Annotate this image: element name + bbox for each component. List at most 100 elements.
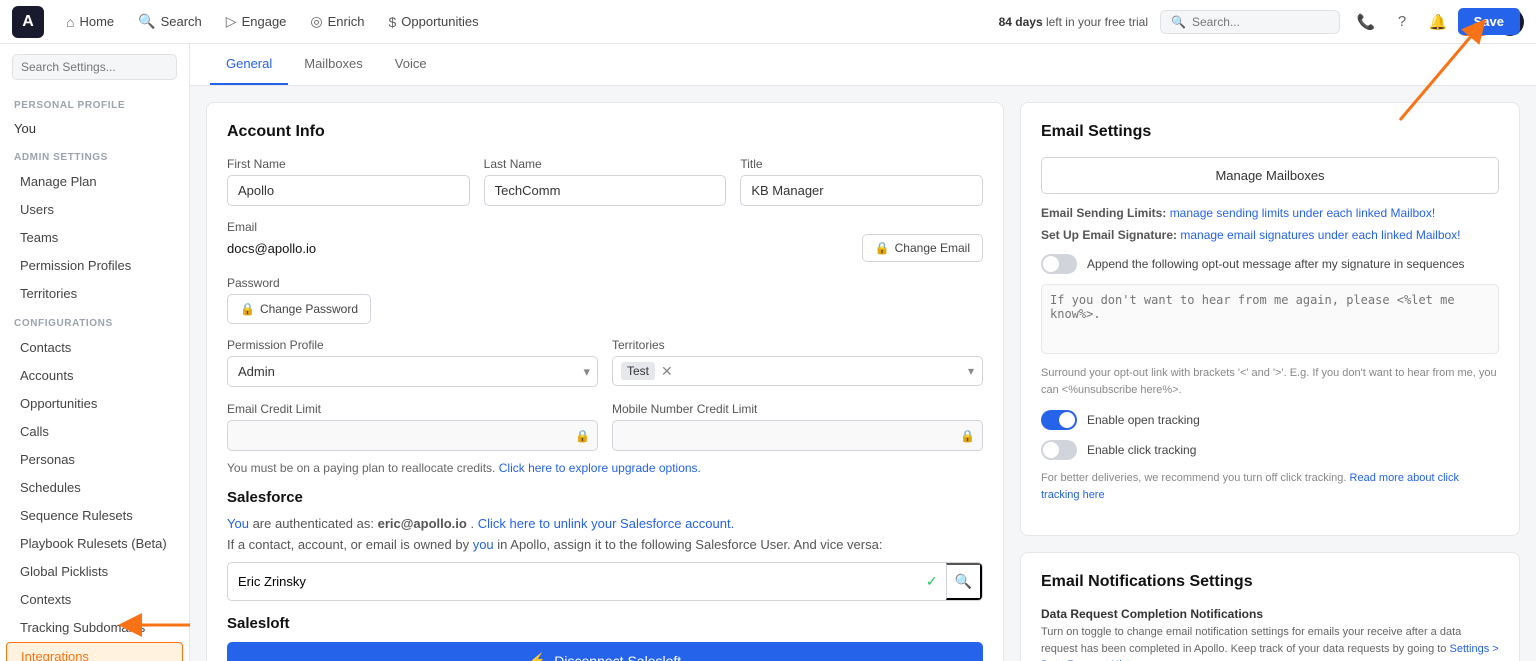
click-tracking-row: Enable click tracking [1041,440,1499,460]
permission-group: Permission Profile Admin ▾ [227,338,598,387]
help-icon-btn[interactable]: ? [1388,8,1416,36]
nav-search[interactable]: 🔍 Search [128,7,212,36]
sidebar-search-wrapper[interactable] [0,44,189,90]
title-input[interactable] [740,175,983,206]
sidebar-item-territories[interactable]: Territories [6,280,183,307]
sidebar-item-personas[interactable]: Personas [6,446,183,473]
tab-general[interactable]: General [210,44,288,85]
search-input[interactable] [1192,15,1329,29]
sidebar-item-integrations[interactable]: Integrations [6,642,183,661]
sidebar-item-calls[interactable]: Calls [6,418,183,445]
tab-voice[interactable]: Voice [379,44,443,85]
permission-select[interactable]: Admin [227,356,598,387]
last-name-input[interactable] [484,175,727,206]
permission-label: Permission Profile [227,338,598,352]
nav-engage[interactable]: ▷ Engage [216,7,297,36]
sidebar-item-playbook-rulesets[interactable]: Playbook Rulesets (Beta) [6,530,183,557]
manage-mailboxes-button[interactable]: Manage Mailboxes [1041,157,1499,194]
territories-group: Territories Test ✕ ▾ [612,338,983,387]
notifications-icon-btn[interactable]: 🔔 [1424,8,1452,36]
sidebar-item-global-picklists[interactable]: Global Picklists [6,558,183,585]
tabs-bar: General Mailboxes Voice [190,44,1536,86]
signature-link[interactable]: manage email signatures under each linke… [1180,228,1460,242]
home-icon: ⌂ [66,14,74,30]
sidebar-item-contexts[interactable]: Contexts [6,586,183,613]
change-password-button[interactable]: 🔒 Change Password [227,294,371,324]
trial-text: 84 days left in your free trial [999,15,1148,29]
upgrade-message: You must be on a paying plan to realloca… [227,461,983,475]
content-area: Account Info First Name Last Name Title [190,86,1536,661]
configurations-label: CONFIGURATIONS [0,308,189,333]
salesloft-icon: ⚡ [529,652,546,661]
territory-arrow-icon: ▾ [968,364,974,378]
sf-assign-text: If a contact, account, or email is owned… [227,537,983,552]
sidebar-item-manage-plan[interactable]: Manage Plan [6,168,183,195]
email-credit-wrap: Email Credit Limit 🔒 [227,401,598,451]
opt-out-toggle-row: Append the following opt-out message aft… [1041,254,1499,274]
sidebar-search-input[interactable] [12,54,177,80]
email-credit-input[interactable] [227,420,598,451]
sidebar-item-permission-profiles[interactable]: Permission Profiles [6,252,183,279]
salesloft-title: Salesloft [227,615,983,632]
sending-limits-link[interactable]: manage sending limits under each linked … [1170,206,1435,220]
title-label: Title [740,157,983,171]
mobile-credit-wrap: Mobile Number Credit Limit 🔒 [612,401,983,451]
sf-assign-you[interactable]: you [473,537,494,552]
notif-data-request-desc: Turn on toggle to change email notificat… [1041,624,1499,661]
mobile-credit-input[interactable] [612,420,983,451]
click-tracking-label: Enable click tracking [1087,443,1196,457]
admin-settings-label: ADMIN SETTINGS [0,142,189,167]
opportunities-icon: $ [388,14,396,30]
sidebar-item-schedules[interactable]: Schedules [6,474,183,501]
first-name-input[interactable] [227,175,470,206]
open-tracking-toggle[interactable] [1041,410,1077,430]
click-tracking-toggle[interactable] [1041,440,1077,460]
territories-field[interactable]: Test ✕ ▾ [612,356,983,386]
phone-icon-btn[interactable]: 📞 [1352,8,1380,36]
email-row: docs@apollo.io 🔒 Change Email [227,234,983,262]
credit-row: Email Credit Limit 🔒 Mobile Number Credi… [227,401,983,451]
email-value: docs@apollo.io [227,241,316,256]
disconnect-salesloft-button[interactable]: ⚡ Disconnect Salesloft [227,642,983,661]
opt-out-textarea[interactable] [1041,284,1499,354]
sf-you-link[interactable]: You [227,516,249,531]
email-credit-lock-icon: 🔒 [575,429,590,443]
change-email-button[interactable]: 🔒 Change Email [862,234,983,262]
sidebar-item-accounts[interactable]: Accounts [6,362,183,389]
right-panel: Email Settings Manage Mailboxes Email Se… [1020,102,1520,661]
email-notifications-card: Email Notifications Settings Data Reques… [1020,552,1520,661]
opt-out-toggle[interactable] [1041,254,1077,274]
territory-remove-icon[interactable]: ✕ [661,363,673,380]
sidebar-item-tracking-subdomains[interactable]: Tracking Subdomains [6,614,183,641]
sf-user-check-button[interactable]: ✓ [918,565,946,598]
name-row: First Name Last Name Title [227,157,983,206]
nav-enrich[interactable]: ◎ Enrich [300,7,374,36]
mobile-credit-label: Mobile Number Credit Limit [612,402,757,416]
sidebar-you[interactable]: You [0,115,189,142]
sf-unlink-text: . [470,516,477,531]
sidebar-item-teams[interactable]: Teams [6,224,183,251]
sf-user-search-button[interactable]: 🔍 [946,563,982,600]
app-logo[interactable]: A [12,6,44,38]
tab-mailboxes[interactable]: Mailboxes [288,44,379,85]
nav-home[interactable]: ⌂ Home [56,8,124,36]
topnav: A ⌂ Home 🔍 Search ▷ Engage ◎ Enrich $ Op… [0,0,1536,44]
upgrade-link[interactable]: Click here to explore upgrade options. [499,461,701,475]
email-limit-row: Email Sending Limits: manage sending lim… [1041,206,1499,220]
sf-auth-email: eric@apollo.io [378,516,467,531]
permission-select-wrapper[interactable]: Admin ▾ [227,356,598,387]
sf-unlink-link[interactable]: Click here to unlink your Salesforce acc… [478,516,735,531]
sidebar-item-sequence-rulesets[interactable]: Sequence Rulesets [6,502,183,529]
territories-label: Territories [612,338,983,352]
account-info-card: Account Info First Name Last Name Title [206,102,1004,661]
enrich-icon: ◎ [310,13,322,30]
sidebar-item-contacts[interactable]: Contacts [6,334,183,361]
sidebar-item-users[interactable]: Users [6,196,183,223]
opt-out-label: Append the following opt-out message aft… [1087,257,1465,271]
sidebar-item-opportunities[interactable]: Opportunities [6,390,183,417]
sf-user-input[interactable] [228,566,918,597]
global-search[interactable]: 🔍 [1160,10,1340,34]
nav-opportunities[interactable]: $ Opportunities [378,8,488,36]
account-info-title: Account Info [227,123,983,141]
save-button[interactable]: Save [1458,8,1520,35]
